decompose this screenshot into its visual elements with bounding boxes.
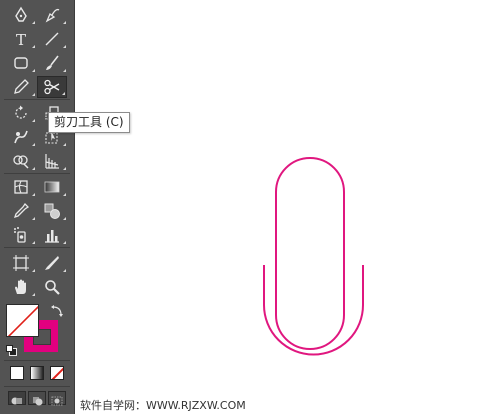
shape-builder-tool-button[interactable] [6,150,36,172]
draw-normal-icon [11,397,22,405]
paintbrush-tool-button[interactable] [37,52,67,74]
pencil-tool-button[interactable] [6,76,36,98]
gradient-icon [44,181,60,193]
column-graph-tool-button[interactable] [37,224,67,246]
mesh-icon [14,180,28,194]
blend-tool-button[interactable] [37,200,67,222]
hand-icon [15,279,26,294]
artboard-icon [13,255,29,271]
zoom-tool-button[interactable] [37,276,67,298]
draw-normal-button[interactable] [8,391,26,405]
zoom-icon [45,280,60,295]
paperclip-outer-arc[interactable] [263,265,364,356]
perspective-grid-icon [45,154,59,169]
rotate-icon [15,105,27,119]
warp-tool-button[interactable] [6,126,36,148]
curvature-tool-button[interactable] [37,4,67,26]
draw-inside-icon [51,396,63,406]
mesh-tool-button[interactable] [6,176,36,198]
symbol-sprayer-icon [14,227,26,243]
swap-fill-stroke-icon[interactable] [50,303,64,317]
slice-icon [45,256,59,270]
rotate-tool-button[interactable] [6,102,36,124]
none-mode-button[interactable] [50,366,64,380]
default-fill-stroke-icon[interactable] [6,345,17,356]
site-watermark: 软件自学网：WWW.RJZXW.COM [80,399,246,412]
draw-behind-icon [33,397,43,406]
color-mode-button[interactable] [10,366,24,380]
eyedropper-tool-button[interactable] [6,200,36,222]
scissors-tool-button[interactable] [37,76,67,98]
pencil-icon [14,79,29,94]
svg-text:T: T [16,31,26,48]
artboard-tool-button[interactable] [6,252,36,274]
line-segment-tool-button[interactable] [37,28,67,50]
gradient-mode-button[interactable] [30,366,44,380]
line-icon [45,32,59,46]
pen-tool-button[interactable] [6,4,36,26]
column-graph-icon [45,230,59,243]
symbol-sprayer-tool-button[interactable] [6,224,36,246]
type-tool-button[interactable]: T [6,28,36,50]
type-icon: T [16,31,26,48]
paperclip-inner-loop[interactable] [275,157,345,350]
scissors-icon [44,79,60,95]
gradient-tool-button[interactable] [37,176,67,198]
draw-inside-button[interactable] [48,391,66,406]
brush-icon [46,55,59,70]
rectangle-tool-button[interactable] [6,52,36,74]
scissors-tool-tooltip: 剪刀工具 (C) [48,112,130,133]
paperclip-path[interactable] [255,155,375,365]
perspective-grid-tool-button[interactable] [37,150,67,172]
tools-panel: T [0,0,75,414]
rounded-rectangle-icon [14,57,28,69]
eyedropper-icon [13,202,30,219]
warp-icon [14,130,28,144]
curvature-pen-icon [45,8,60,23]
shape-builder-icon [13,155,29,169]
pen-icon [15,6,27,22]
hand-tool-button[interactable] [6,276,36,298]
blend-icon [44,203,60,219]
slice-tool-button[interactable] [37,252,67,274]
draw-behind-button[interactable] [28,391,46,406]
fill-swatch[interactable] [6,304,39,337]
